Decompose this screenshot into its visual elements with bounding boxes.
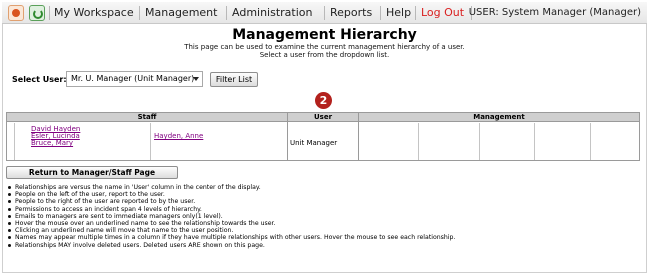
nav-help[interactable]: Help: [386, 7, 411, 19]
list-item: Permissions to access an incident span 4…: [8, 206, 638, 213]
page-title: Management Hierarchy: [232, 27, 417, 43]
nav-management[interactable]: Management: [145, 7, 217, 19]
page-subtitle: This page can be used to examine the cur…: [184, 43, 465, 51]
page-instruction: Select a user from the dropdown list.: [259, 51, 390, 59]
nav-my-workspace[interactable]: My Workspace: [54, 7, 134, 19]
list-item: Hover the mouse over an underlined name …: [8, 220, 638, 227]
nav-divider: [139, 6, 140, 20]
selected-user-role: Unit Manager: [290, 139, 338, 147]
top-nav-bar: My Workspace Management Administration R…: [2, 2, 647, 24]
staff-link-bruce-mary[interactable]: Bruce, Mary: [31, 139, 73, 147]
list-item: Relationships MAY involve deleted users.…: [8, 242, 638, 249]
select-user-value: Mr. U. Manager (Unit Manager): [71, 74, 195, 83]
nav-log-out[interactable]: Log Out: [421, 7, 464, 19]
list-item: Emails to managers are sent to immediate…: [8, 213, 638, 220]
management-cell: [359, 123, 419, 160]
select-user-label: Select User:: [12, 75, 67, 84]
filter-list-button[interactable]: Filter List: [210, 72, 258, 87]
step-number-badge: 2: [315, 92, 332, 109]
management-cell: [591, 123, 639, 160]
staff-cell: [151, 123, 287, 160]
list-item: Names may appear multiple times in a col…: [8, 234, 638, 241]
notes-list: Relationships are versus the name in 'Us…: [8, 184, 638, 249]
nav-divider: [380, 6, 381, 20]
list-item: Clicking an underlined name will move th…: [8, 227, 638, 234]
nav-divider: [49, 6, 50, 20]
list-item: People to the right of the user are repo…: [8, 198, 638, 205]
management-cell: [419, 123, 480, 160]
hierarchy-table: Staff User Management David Hayden Esler…: [6, 112, 640, 161]
list-item: Relationships are versus the name in 'Us…: [8, 184, 638, 191]
nav-divider: [324, 6, 325, 20]
staff-link-hayden-anne[interactable]: Hayden, Anne: [154, 132, 203, 140]
management-cell: [535, 123, 591, 160]
staff-cell: [7, 123, 15, 160]
chevron-down-icon: [193, 77, 199, 81]
user-column-header: User: [288, 113, 358, 122]
nav-divider: [415, 6, 416, 20]
management-cell: [480, 123, 535, 160]
nav-reports[interactable]: Reports: [330, 7, 372, 19]
current-user-label: USER: System Manager (Manager): [468, 7, 641, 18]
management-column-header: Management: [359, 113, 639, 122]
list-item: People on the left of the user, report t…: [8, 191, 638, 198]
nav-divider: [226, 6, 227, 20]
home-icon[interactable]: [8, 5, 24, 21]
return-to-manager-staff-button[interactable]: Return to Manager/Staff Page: [6, 166, 178, 179]
column-divider: [287, 113, 288, 160]
refresh-icon[interactable]: [29, 5, 45, 21]
select-user-dropdown[interactable]: Mr. U. Manager (Unit Manager): [66, 71, 203, 87]
nav-administration[interactable]: Administration: [232, 7, 313, 19]
staff-column-header: Staff: [7, 113, 287, 122]
